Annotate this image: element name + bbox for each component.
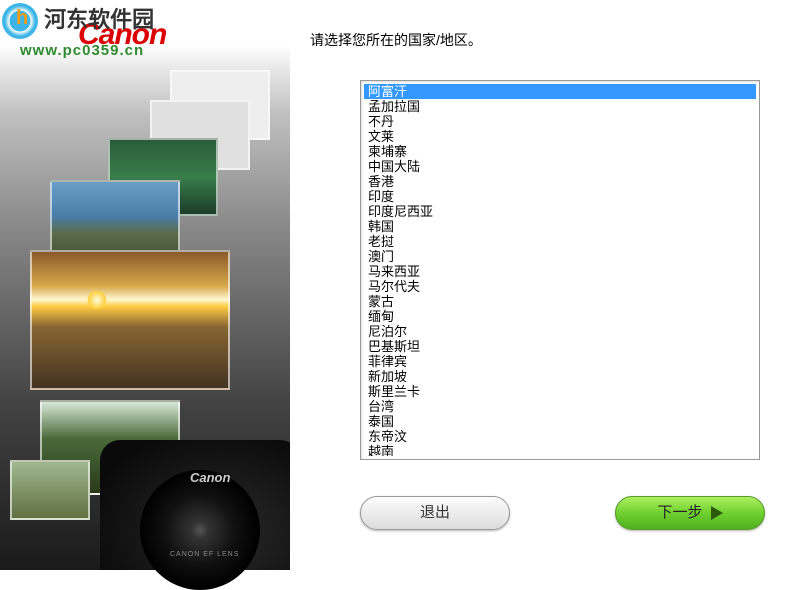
list-item[interactable]: 马尔代夫 xyxy=(364,279,756,294)
country-listbox-container: 阿富汗孟加拉国不丹文莱柬埔寨中国大陆香港印度印度尼西亚韩国老挝澳门马来西亚马尔代… xyxy=(360,80,760,460)
list-item[interactable]: 蒙古 xyxy=(364,294,756,309)
arrow-right-icon xyxy=(711,506,723,520)
list-item[interactable]: 中国大陆 xyxy=(364,159,756,174)
list-item[interactable]: 泰国 xyxy=(364,414,756,429)
list-item[interactable]: 孟加拉国 xyxy=(364,99,756,114)
list-item[interactable]: 越南 xyxy=(364,444,756,456)
list-item[interactable]: 巴基斯坦 xyxy=(364,339,756,354)
list-item[interactable]: 东帝汶 xyxy=(364,429,756,444)
list-item[interactable]: 阿富汗 xyxy=(364,84,756,99)
prompt-text: 请选择您所在的国家/地区。 xyxy=(310,30,482,50)
list-item[interactable]: 老挝 xyxy=(364,234,756,249)
list-item[interactable]: 菲律宾 xyxy=(364,354,756,369)
site-logo-icon xyxy=(2,3,38,39)
list-item[interactable]: 斯里兰卡 xyxy=(364,384,756,399)
list-item[interactable]: 台湾 xyxy=(364,399,756,414)
list-item[interactable]: 尼泊尔 xyxy=(364,324,756,339)
list-item[interactable]: 柬埔寨 xyxy=(364,144,756,159)
list-item[interactable]: 文莱 xyxy=(364,129,756,144)
camera-graphic: Canon CANON EF LENS xyxy=(100,440,300,570)
exit-button[interactable]: 退出 xyxy=(360,496,510,530)
camera-lens-label: CANON EF LENS xyxy=(170,551,239,558)
next-button-label: 下一步 xyxy=(657,497,702,529)
list-item[interactable]: 马来西亚 xyxy=(364,264,756,279)
list-item[interactable]: 不丹 xyxy=(364,114,756,129)
list-item[interactable]: 缅甸 xyxy=(364,309,756,324)
sidebar-panel: Canon Canon CANON EF LENS xyxy=(0,0,290,570)
watermark-site-url: www.pc0359.cn xyxy=(20,42,144,59)
list-item[interactable]: 韩国 xyxy=(364,219,756,234)
next-button[interactable]: 下一步 xyxy=(615,496,765,530)
camera-brand-label: Canon xyxy=(190,470,230,485)
photo-frame-foliage xyxy=(10,460,90,520)
photo-frame-sunset xyxy=(30,250,230,390)
decorative-photo-stack xyxy=(10,70,290,490)
list-item[interactable]: 澳门 xyxy=(364,249,756,264)
list-item[interactable]: 香港 xyxy=(364,174,756,189)
list-item[interactable]: 印度 xyxy=(364,189,756,204)
list-item[interactable]: 印度尼西亚 xyxy=(364,204,756,219)
country-listbox[interactable]: 阿富汗孟加拉国不丹文莱柬埔寨中国大陆香港印度印度尼西亚韩国老挝澳门马来西亚马尔代… xyxy=(364,84,756,456)
main-panel: 请选择您所在的国家/地区。 阿富汗孟加拉国不丹文莱柬埔寨中国大陆香港印度印度尼西… xyxy=(290,0,800,570)
watermark-site-name: 河东软件园 xyxy=(44,7,154,32)
list-item[interactable]: 新加坡 xyxy=(364,369,756,384)
exit-button-label: 退出 xyxy=(420,504,450,521)
watermark-site-logo: 河东软件园 xyxy=(2,2,154,39)
